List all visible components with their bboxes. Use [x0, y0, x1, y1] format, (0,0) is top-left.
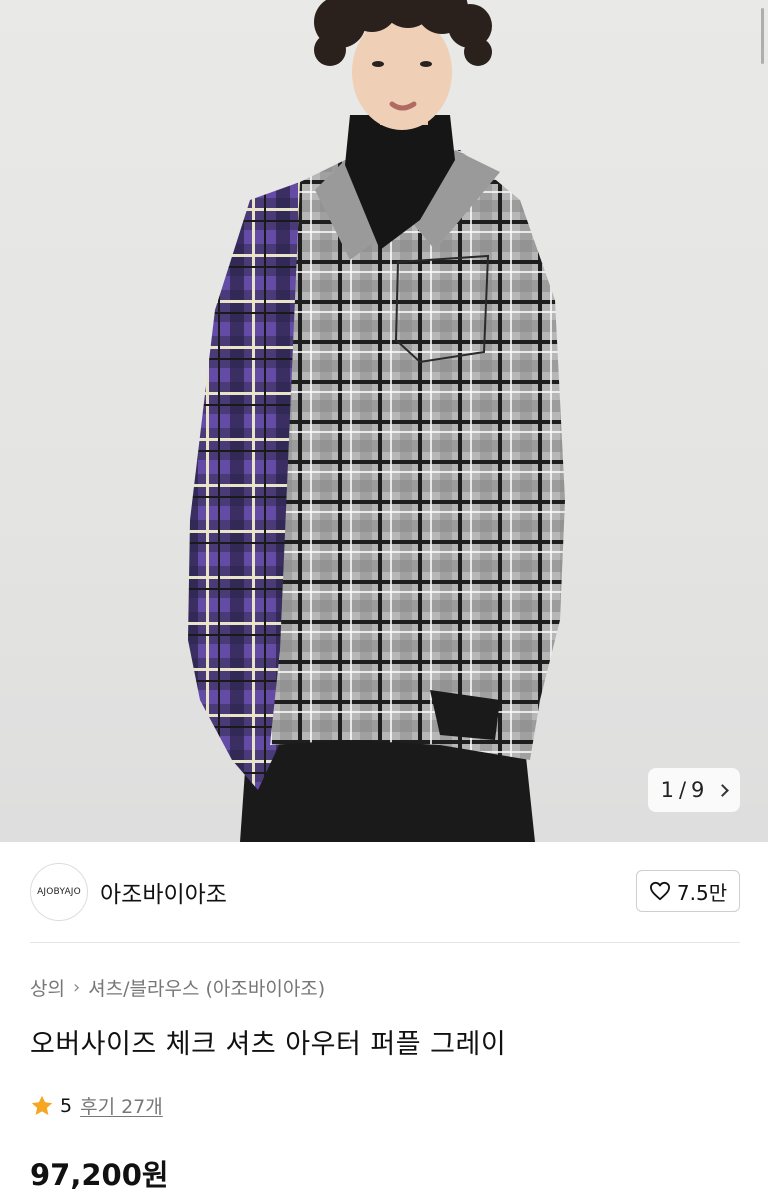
- star-icon: [31, 1095, 53, 1115]
- product-image[interactable]: 1 / 9: [0, 0, 768, 842]
- reviews-link[interactable]: 후기 27개: [80, 1092, 163, 1119]
- shop-logo[interactable]: AJOBYAJO: [30, 863, 88, 921]
- chevron-right-icon: ›: [72, 977, 81, 998]
- divider: [30, 942, 740, 943]
- rating-score: 5: [60, 1094, 73, 1117]
- scroll-indicator: [761, 8, 764, 64]
- image-counter[interactable]: 1 / 9: [648, 768, 740, 812]
- product-title: 오버사이즈 체크 셔츠 아우터 퍼플 그레이: [30, 1029, 507, 1060]
- like-count: 7.5만: [676, 880, 728, 905]
- heart-outline-icon: [649, 881, 670, 901]
- product-rating: 5 후기 27개: [30, 1092, 163, 1119]
- breadcrumb-item-top[interactable]: 상의: [30, 974, 65, 1001]
- product-price: 97,200원: [30, 1158, 169, 1192]
- image-counter-total: 9: [691, 778, 705, 802]
- like-button[interactable]: 7.5만: [636, 870, 740, 912]
- shop-logo-text: AJOBYAJO: [37, 887, 81, 897]
- image-counter-current: 1: [660, 778, 674, 802]
- product-photo: [188, 0, 565, 842]
- breadcrumb-item-category[interactable]: 셔츠/블라우스 (아조바이아조): [88, 974, 325, 1001]
- chevron-right-icon[interactable]: [716, 783, 730, 797]
- image-counter-separator: /: [678, 778, 687, 802]
- breadcrumb: 상의 › 셔츠/블라우스 (아조바이아조): [30, 974, 325, 1001]
- shop-info[interactable]: AJOBYAJO 아조바이아조 7.5만: [30, 862, 740, 922]
- shop-name[interactable]: 아조바이아조: [100, 875, 227, 909]
